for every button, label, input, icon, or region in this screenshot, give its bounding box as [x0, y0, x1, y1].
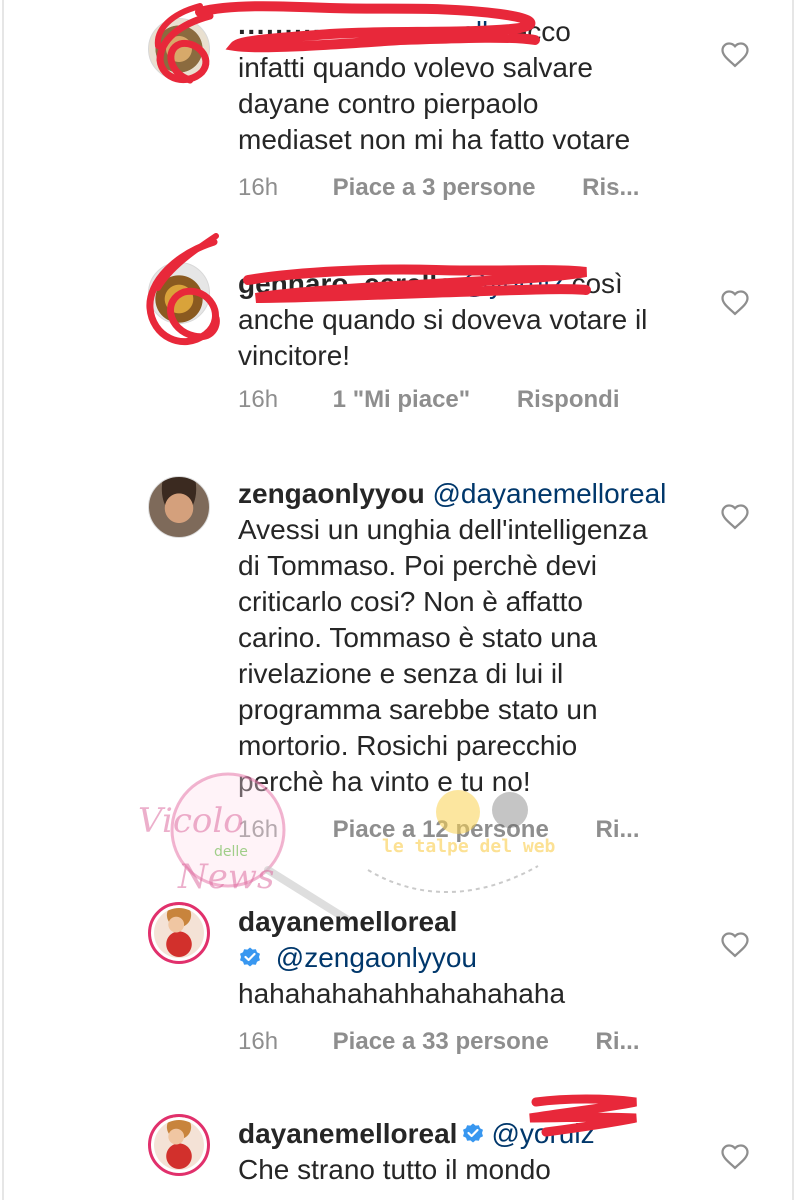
- comment-meta: 16h 1 "Mi piace" Rispondi: [238, 386, 619, 414]
- comment-likes[interactable]: Piace a 12 persone: [333, 816, 549, 844]
- comment-username[interactable]: zengaonlyyou: [238, 478, 425, 509]
- comment-line-1: ······················· ella ecco: [238, 14, 698, 50]
- comment-text: ······················· ella ecco infatt…: [238, 14, 698, 158]
- comment-line-1-tail: così: [571, 268, 623, 299]
- comment-username[interactable]: gennaro_cerella: [238, 268, 453, 299]
- left-border: [2, 0, 4, 1200]
- comment-time: 16h: [238, 386, 279, 413]
- comment-line-4: mediaset non mi ha fatto votare: [238, 124, 631, 155]
- heart-outline-icon[interactable]: [720, 930, 750, 958]
- heart-outline-icon[interactable]: [720, 40, 750, 68]
- comment-meta: 16h Piace a 3 persone Ris...: [238, 174, 639, 202]
- watermark-brand-bottom: News: [177, 857, 274, 897]
- comment-username[interactable]: ·······················: [238, 16, 452, 47]
- comment-likes[interactable]: Piace a 3 persone: [333, 174, 536, 202]
- comment-line: perchè ha vinto e tu no!: [238, 766, 531, 797]
- verified-badge-icon: [463, 1123, 484, 1143]
- comment-username[interactable]: dayanemelloreal: [238, 906, 457, 937]
- comment-time: 16h: [238, 816, 279, 843]
- comment-line-2: infatti quando volevo salvare: [238, 52, 593, 83]
- comment-line: criticarlo cosi? Non è affatto: [238, 586, 583, 617]
- reply-button[interactable]: Rispondi: [517, 386, 620, 414]
- right-border: [792, 0, 794, 1200]
- comment-line: carino. Tommaso è stato una: [238, 622, 598, 653]
- comment-line: Avessi un unghia dell'intelligenza: [238, 514, 648, 545]
- comment-mention[interactable]: ella: [460, 16, 504, 47]
- comment-line-1: dayanemelloreal: [238, 904, 698, 940]
- avatar[interactable]: [148, 262, 210, 324]
- comment-likes[interactable]: 1 "Mi piace": [333, 386, 470, 414]
- comment-username[interactable]: dayanemelloreal: [238, 1118, 457, 1149]
- heart-outline-icon[interactable]: [720, 502, 750, 530]
- comment-line-2: anche quando si doveva votare il: [238, 304, 648, 335]
- comment-likes[interactable]: Piace a 33 persone: [333, 1028, 549, 1056]
- reply-button[interactable]: Ris...: [582, 174, 639, 202]
- verified-badge-icon: [240, 947, 260, 967]
- comment-meta: 16h Piace a 12 persone Ri...: [238, 816, 640, 844]
- comment-line-1: gennaro_cerella @yoruiz così: [238, 266, 698, 302]
- avatar[interactable]: [148, 18, 210, 80]
- comment-line-3: vincitore!: [238, 340, 351, 371]
- comment-line-1: dayanemelloreal @yoruiz: [238, 1116, 698, 1152]
- comment-line: rivelazione e senza di lui il: [238, 658, 564, 689]
- comment-text: gennaro_cerella @yoruiz così anche quand…: [238, 266, 698, 374]
- comment-text: dayanemelloreal @zengaonlyyou hahahahaha…: [238, 904, 698, 1012]
- comment-line-2: @zengaonlyyou: [238, 940, 698, 976]
- comment-line-3: dayane contro pierpaolo: [238, 88, 539, 119]
- comment-mention[interactable]: @yoruiz: [461, 268, 564, 299]
- reply-button[interactable]: Ri...: [595, 816, 639, 844]
- comment-mention[interactable]: @dayanemelloreal: [432, 478, 666, 509]
- avatar[interactable]: [148, 902, 210, 964]
- comment-line-1-tail: ecco: [511, 16, 571, 47]
- comment-line: mortorio. Rosichi parecchio: [238, 730, 578, 761]
- comment-text: zengaonlyyou @dayanemelloreal Avessi un …: [238, 476, 698, 800]
- comment-line: di Tommaso. Poi perchè devi: [238, 550, 597, 581]
- comment-text: dayanemelloreal @yoruiz Che strano tutto…: [238, 1116, 698, 1188]
- comment-time: 16h: [238, 1028, 279, 1055]
- comment-line-2: Che strano tutto il mondo: [238, 1154, 551, 1185]
- comment-time: 16h: [238, 174, 279, 201]
- avatar[interactable]: [148, 476, 210, 538]
- watermark-brand-top: Vicolo: [138, 801, 244, 841]
- comment-mention[interactable]: @yoruiz: [491, 1118, 594, 1149]
- comment-meta: 16h Piace a 33 persone Ri...: [238, 1028, 640, 1056]
- comment-mention[interactable]: @zengaonlyyou: [276, 942, 477, 973]
- heart-outline-icon[interactable]: [720, 1142, 750, 1170]
- avatar[interactable]: [148, 1114, 210, 1176]
- comment-line-3: hahahahahahhahahahaha: [238, 978, 566, 1009]
- comment-line-1: zengaonlyyou @dayanemelloreal: [238, 476, 698, 512]
- watermark-brand-mid: delle: [214, 844, 248, 860]
- comment-line: programma sarebbe stato un: [238, 694, 598, 725]
- reply-button[interactable]: Ri...: [595, 1028, 639, 1056]
- heart-outline-icon[interactable]: [720, 288, 750, 316]
